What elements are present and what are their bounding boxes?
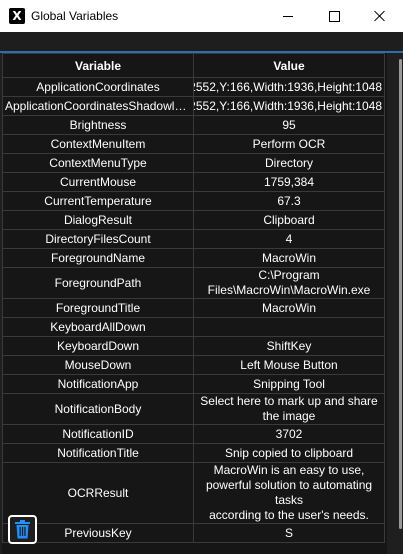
app-icon: X [9,8,25,24]
variable-name-cell[interactable]: ContextMenuType [2,153,194,173]
variable-value-cell[interactable]: Directory [193,153,385,173]
variable-name-cell[interactable]: ApplicationCoordinatesShadowless [2,96,194,116]
maximize-icon [328,10,340,22]
column-header-variable[interactable]: Variable [2,53,194,78]
variable-value-cell[interactable]: Select here to mark up and share the ima… [193,393,385,425]
table-row[interactable]: ApplicationCoordinates X:2552,Y:166,Width… [2,77,385,97]
variable-name-cell[interactable]: MouseDown [2,355,194,375]
table-row[interactable]: CurrentMouse 1759,384 [2,172,385,192]
table-row[interactable]: KeyboardDown ShiftKey [2,336,385,356]
variable-value-cell[interactable]: 67.3 [193,191,385,211]
vertical-scrollbar[interactable] [389,53,403,554]
scrollbar-thumb[interactable] [399,59,402,529]
variable-value-cell[interactable]: Perform OCR [193,134,385,154]
variable-name-cell[interactable]: NotificationApp [2,374,194,394]
table-row[interactable]: NotificationApp Snipping Tool [2,374,385,394]
variable-value-cell[interactable]: 1759,384 [193,172,385,192]
table-row[interactable]: ForegroundName MacroWin [2,248,385,268]
table-row[interactable]: ContextMenuItem Perform OCR [2,134,385,154]
table-row[interactable]: ApplicationCoordinatesShadowless X:2552,Y… [2,96,385,116]
variables-grid[interactable]: Variable Value ApplicationCoordinates X:2… [2,53,387,554]
table-row[interactable]: MouseDown Left Mouse Button [2,355,385,375]
variable-value-cell[interactable]: Snipping Tool [193,374,385,394]
column-header-value[interactable]: Value [193,53,385,78]
variable-value-cell[interactable]: ShiftKey [193,336,385,356]
variable-name-cell[interactable]: ContextMenuItem [2,134,194,154]
variable-name-cell[interactable]: NotificationTitle [2,443,194,463]
table-row[interactable]: DirectoryFilesCount 4 [2,229,385,249]
window-title: Global Variables [31,9,119,23]
variable-value-cell[interactable]: MacroWin [193,298,385,318]
variables-table: Variable Value ApplicationCoordinates X:2… [2,53,385,543]
toolbar-strip [0,32,403,53]
variable-value-cell[interactable]: Clipboard [193,210,385,230]
variable-value-cell[interactable]: X:2552,Y:166,Width:1936,Height:1048 [193,77,385,97]
table-row[interactable]: PreviousKey S [2,523,385,543]
close-button[interactable] [357,0,403,32]
variable-name-cell[interactable]: Brightness [2,115,194,135]
table-header-row: Variable Value [2,53,385,78]
table-row[interactable]: KeyboardAllDown [2,317,385,337]
variable-value-cell[interactable]: C:\Program Files\MacroWin\MacroWin.exe [193,267,385,299]
close-icon [374,10,386,22]
variable-name-cell[interactable]: DialogResult [2,210,194,230]
maximize-button[interactable] [311,0,357,32]
variable-value-cell[interactable] [193,317,385,337]
variable-name-cell[interactable]: NotificationBody [2,393,194,425]
trash-icon [15,520,30,539]
variable-value-cell[interactable]: MacroWin [193,248,385,268]
variable-value-cell[interactable]: MacroWin is an easy to use, powerful sol… [193,462,385,524]
table-row[interactable]: ForegroundTitle MacroWin [2,298,385,318]
variable-value-cell[interactable]: Snip copied to clipboard [193,443,385,463]
table-row[interactable]: CurrentTemperature 67.3 [2,191,385,211]
variable-name-cell[interactable]: KeyboardDown [2,336,194,356]
minimize-icon [283,15,293,17]
variable-name-cell[interactable]: CurrentMouse [2,172,194,192]
table-row[interactable]: OCRResult MacroWin is an easy to use, pow… [2,462,385,524]
table-row[interactable]: Brightness 95 [2,115,385,135]
variable-name-cell[interactable]: ApplicationCoordinates [2,77,194,97]
table-row[interactable]: NotificationBody Select here to mark up a… [2,393,385,425]
variable-value-cell[interactable]: Left Mouse Button [193,355,385,375]
variable-name-cell[interactable]: ForegroundTitle [2,298,194,318]
variable-name-cell[interactable]: ForegroundName [2,248,194,268]
variable-name-cell[interactable]: NotificationID [2,424,194,444]
table-row[interactable]: ForegroundPath C:\Program Files\MacroWin\… [2,267,385,299]
variable-value-cell[interactable]: 4 [193,229,385,249]
variable-value-cell[interactable]: 3702 [193,424,385,444]
title-bar[interactable]: X Global Variables [0,0,403,32]
delete-button[interactable] [8,515,37,544]
variable-value-cell[interactable]: X:2552,Y:166,Width:1936,Height:1048 [193,96,385,116]
table-row[interactable]: NotificationID 3702 [2,424,385,444]
variable-value-cell[interactable]: S [193,523,385,543]
variable-name-cell[interactable]: DirectoryFilesCount [2,229,194,249]
variable-name-cell[interactable]: KeyboardAllDown [2,317,194,337]
variable-name-cell[interactable]: CurrentTemperature [2,191,194,211]
table-row[interactable]: DialogResult Clipboard [2,210,385,230]
table-row[interactable]: ContextMenuType Directory [2,153,385,173]
variable-value-cell[interactable]: 95 [193,115,385,135]
minimize-button[interactable] [265,0,311,32]
table-row[interactable]: NotificationTitle Snip copied to clipboar… [2,443,385,463]
variable-name-cell[interactable]: ForegroundPath [2,267,194,299]
